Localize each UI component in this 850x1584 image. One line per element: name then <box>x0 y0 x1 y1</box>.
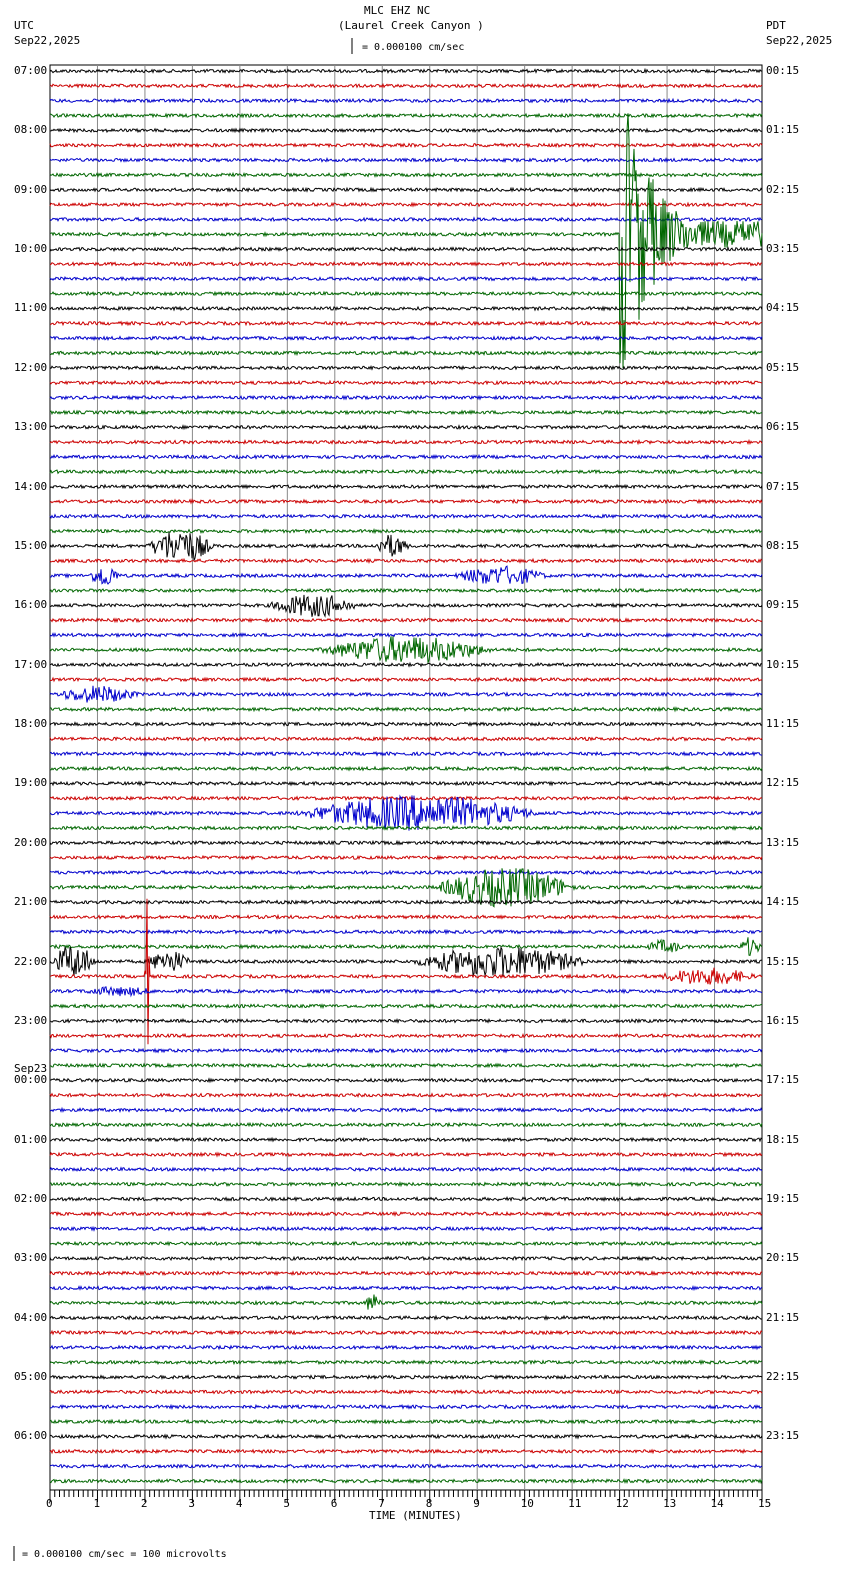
trace-82 <box>49 1285 763 1292</box>
trace-8 <box>49 186 763 193</box>
trace-77 <box>49 1210 763 1218</box>
trace-33 <box>49 557 763 565</box>
trace-51 <box>49 824 763 831</box>
trace-90 <box>49 1403 762 1410</box>
trace-21 <box>49 379 762 386</box>
trace-95 <box>49 1478 763 1485</box>
trace-50 <box>49 794 763 831</box>
trace-87 <box>49 1359 763 1366</box>
trace-44 <box>49 721 763 727</box>
trace-89 <box>49 1389 763 1395</box>
trace-71 <box>49 1121 763 1128</box>
trace-93 <box>49 1448 763 1455</box>
seismogram-plot <box>13 38 763 1561</box>
trace-43 <box>50 706 763 713</box>
trace-63 <box>49 1002 763 1010</box>
trace-37 <box>49 617 763 624</box>
trace-91 <box>49 1418 763 1425</box>
trace-35 <box>49 587 763 594</box>
trace-11 <box>49 113 763 369</box>
trace-66 <box>49 1047 763 1054</box>
trace-48 <box>49 780 763 787</box>
trace-65 <box>49 1032 763 1039</box>
trace-73 <box>49 1151 763 1158</box>
trace-56 <box>49 899 763 906</box>
trace-42 <box>49 685 763 703</box>
trace-22 <box>49 394 763 401</box>
trace-9 <box>49 201 763 208</box>
trace-7 <box>49 171 763 178</box>
trace-67 <box>49 1062 763 1069</box>
trace-92 <box>49 1433 763 1440</box>
trace-74 <box>49 1166 763 1173</box>
trace-16 <box>49 305 763 312</box>
trace-32 <box>49 532 763 561</box>
trace-68 <box>49 1077 763 1084</box>
trace-15 <box>50 290 763 297</box>
trace-80 <box>49 1255 763 1262</box>
trace-5 <box>49 142 763 149</box>
trace-39 <box>49 636 763 664</box>
trace-0 <box>49 67 763 75</box>
trace-41 <box>49 676 763 683</box>
trace-30 <box>49 513 763 520</box>
helicorder: MLC EHZ NC (Laurel Creek Canyon ) UTC Se… <box>0 0 850 1584</box>
trace-45 <box>49 736 763 742</box>
trace-54 <box>49 869 763 876</box>
trace-38 <box>49 631 763 639</box>
trace-34 <box>49 565 763 585</box>
trace-47 <box>49 765 763 772</box>
trace-75 <box>49 1180 763 1188</box>
trace-59 <box>49 937 763 956</box>
trace-2 <box>49 97 763 104</box>
trace-81 <box>49 1270 763 1277</box>
trace-76 <box>49 1196 763 1203</box>
trace-86 <box>49 1344 763 1351</box>
trace-57 <box>49 913 763 921</box>
trace-26 <box>49 453 763 460</box>
trace-40 <box>49 661 763 668</box>
trace-23 <box>49 409 763 416</box>
trace-13 <box>49 260 763 267</box>
trace-69 <box>49 1091 763 1099</box>
trace-4 <box>49 127 763 134</box>
trace-70 <box>49 1106 763 1113</box>
trace-58 <box>49 928 763 936</box>
trace-52 <box>49 839 763 846</box>
trace-3 <box>49 112 763 119</box>
trace-85 <box>49 1329 763 1336</box>
trace-88 <box>49 1374 763 1380</box>
trace-60 <box>49 945 763 977</box>
trace-94 <box>49 1463 763 1470</box>
trace-6 <box>49 157 763 164</box>
trace-64 <box>49 1017 763 1024</box>
trace-31 <box>49 528 763 535</box>
trace-28 <box>49 483 763 490</box>
trace-53 <box>49 854 763 861</box>
trace-83 <box>49 1294 763 1310</box>
trace-17 <box>49 320 763 327</box>
trace-19 <box>49 349 763 357</box>
trace-36 <box>49 594 763 618</box>
trace-12 <box>49 246 763 253</box>
trace-20 <box>49 364 763 371</box>
trace-61 <box>49 898 763 1045</box>
trace-78 <box>49 1225 763 1232</box>
trace-25 <box>49 438 763 446</box>
trace-18 <box>49 335 763 342</box>
trace-84 <box>49 1314 763 1321</box>
trace-1 <box>49 82 763 89</box>
trace-72 <box>49 1136 763 1143</box>
trace-79 <box>49 1240 763 1247</box>
trace-46 <box>49 750 763 757</box>
trace-62 <box>49 985 763 998</box>
trace-29 <box>49 498 763 505</box>
trace-49 <box>49 795 763 802</box>
trace-24 <box>49 424 763 431</box>
trace-27 <box>49 468 763 475</box>
trace-14 <box>49 275 763 283</box>
